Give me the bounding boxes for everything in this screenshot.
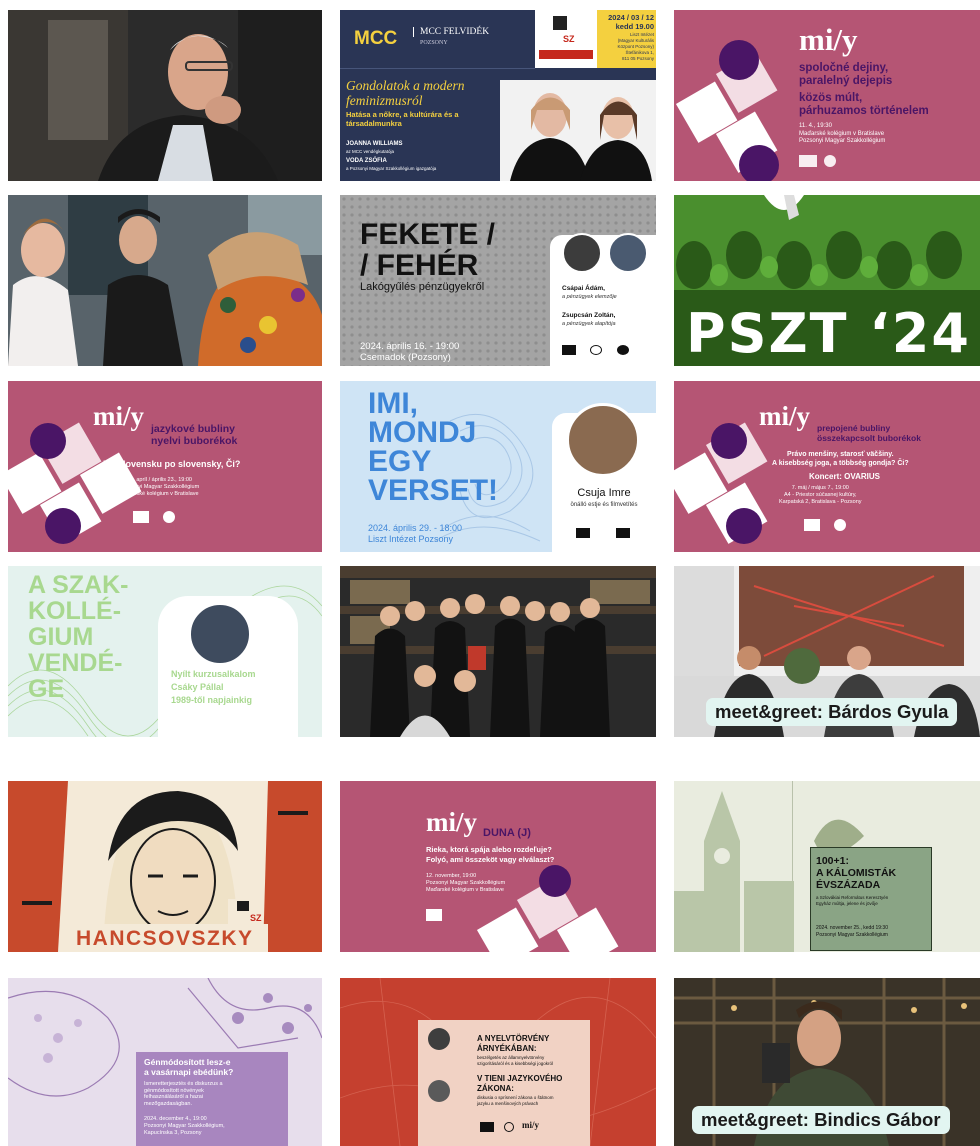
miy-logo: mi/y	[426, 807, 477, 837]
logo-sz	[480, 1122, 494, 1132]
mcc-logo: MCC	[354, 28, 398, 49]
guest-avatar	[188, 602, 252, 666]
post-tile-discussion[interactable]	[8, 195, 322, 366]
miy-blocks-graphic	[476, 865, 619, 952]
meet-greet-label: meet&greet: Bindics Gábor	[692, 1106, 950, 1134]
post-tile-genmodositott[interactable]: Génmódosított lesz-e a vasárnapi ebédünk…	[8, 978, 322, 1146]
question: Na Slovensku po slovensky, Či?	[103, 459, 241, 469]
guest-name: Csuja Imre	[577, 487, 631, 499]
event-date: 2024. december 4., 19:00 Pozsonyi Magyar…	[144, 1116, 225, 1136]
guest-1-role: a pénzügyek elemzője	[562, 294, 617, 300]
logo-sz	[133, 511, 149, 523]
event-details: 11. 4., 19:30 Maďarské kolégium v Bratis…	[799, 123, 886, 144]
post-tile-hancsovszky[interactable]: SZ HANCSOVSZKY	[8, 781, 322, 952]
question: Právo menšiny, starosť väčšiny. A kisebb…	[772, 451, 909, 467]
post-tile-imi-mondj[interactable]: IMI, MONDJ EGY VERSET! 2024. április 29.…	[340, 381, 656, 552]
title-hu: A NYELVTÖRVÉNY ÁRNYÉKÁBAN:	[477, 1034, 550, 1053]
guest-2-name: Zsupcsán Zoltán,	[562, 312, 616, 319]
logo-liszt	[616, 528, 630, 538]
guest-role: önálló estje és filmvetítés	[570, 502, 638, 508]
logo-text: SZ	[250, 913, 262, 923]
title-hu: közös múlt, párhuzamos történelem	[799, 92, 929, 117]
logo-sz	[804, 519, 820, 531]
speaker-2-role: a Pozsonyi Magyar Szakkollégium igazgató…	[346, 166, 437, 171]
event-title: Gondolatok a modern feminizmusról	[346, 78, 465, 108]
speaker-2-avatar	[428, 1080, 450, 1102]
meet-greet-label: meet&greet: Bárdos Gyula	[706, 698, 958, 726]
speakers-photo	[500, 80, 656, 181]
mcc-org-sub: POZSONY	[420, 40, 448, 46]
post-tile-meet-greet-bardos[interactable]: meet&greet: Bárdos Gyula	[674, 566, 980, 737]
miy-logo: mi/y	[522, 1120, 539, 1130]
miy-logo: mi/y	[759, 401, 810, 431]
mcc-org: MCC FELVIDÉK	[413, 27, 489, 37]
concert: Koncert: OVARIUS	[809, 472, 880, 481]
post-tile-meet-greet-bindics[interactable]: meet&greet: Bindics Gábor	[674, 978, 980, 1146]
event-subtitle: Hatása a nőkre, a kultúrára és a társada…	[346, 110, 459, 128]
miy-logo: mi/y	[799, 22, 858, 57]
event-date: 2024 / 03 / 12 kedd 19.00	[608, 13, 654, 31]
partner-logos: SZ	[535, 10, 597, 68]
speaker-1-role: az MCC vendégkutatója	[346, 149, 395, 154]
question: Rieka, ktorá spája alebo rozdeľuje? Foly…	[426, 845, 555, 864]
event-details: 12. november, 19:00 Pozsonyi Magyar Szak…	[426, 873, 506, 893]
event-title: IMI, MONDJ EGY VERSET!	[368, 387, 499, 507]
post-tile-nyelvtorveny[interactable]: A NYELVTÖRVÉNY ÁRNYÉKÁBAN: beszélgetés a…	[340, 978, 656, 1146]
post-tile-group-photo[interactable]	[340, 566, 656, 737]
logo-partner	[163, 511, 175, 523]
speaker-2: VODA ZSÓFIA	[346, 158, 387, 164]
title: jazykové bubliny nyelvi buborékok	[151, 423, 238, 447]
logo-partner	[834, 519, 846, 531]
post-tile-fekete-feher[interactable]: FEKETE / / FEHÉR Lakógyűlés pénzügyekről…	[340, 195, 656, 366]
event-subtitle: Ismeretterjesztés és diskurzus a génmódo…	[144, 1081, 223, 1107]
logo-sz	[576, 528, 590, 538]
guest-1-avatar	[562, 233, 602, 273]
post-tile-mcc-feminism[interactable]: MCC MCC FELVIDÉK POZSONY SZ 2024 / 03 / …	[340, 10, 656, 181]
event-title: 100+1: A KÁLOMISTÁK ÉVSZÁZADA	[816, 855, 897, 891]
miy-tag: DUNA (J)	[483, 827, 531, 839]
subtitle-sk: diskusia o sprísnení zákona o štátnom ja…	[477, 1095, 554, 1106]
post-tile-pszt24[interactable]: PSZT ‘24	[674, 195, 980, 366]
event-venue: Liszt Intézet (Magyar Kulturális Központ…	[617, 32, 654, 61]
discussion-photo-image	[8, 195, 322, 366]
post-tile-miy-connected[interactable]: mi/y prepojené bubliny összekapcsolt bub…	[674, 381, 980, 552]
logo-partner	[824, 155, 836, 167]
miy-logo: mi/y	[93, 401, 144, 431]
event-date: 2024. április 16. - 19:00 Csemadok (Pozs…	[360, 341, 460, 363]
post-tile-miy-history[interactable]: mi/y spoločné dejiny, paralelný dejepis …	[674, 10, 980, 181]
post-tile-portrait[interactable]	[8, 10, 322, 181]
event-info: Nyílt kurzusalkalom Csáky Pállal 1989-tő…	[171, 669, 256, 705]
event-title: FEKETE / / FEHÉR	[360, 218, 496, 282]
event-details: 23. apríl / április 23., 19:00 Pozsonyi …	[120, 477, 200, 497]
event-title: Génmódosított lesz-e a vasárnapi ebédünk…	[144, 1057, 234, 1077]
speaker-1-avatar	[428, 1028, 450, 1050]
event-date: 2024. április 29. - 18:00 Liszt Intézet …	[368, 523, 463, 544]
group-photo-image	[340, 566, 656, 737]
guest-2-avatar	[608, 233, 648, 273]
guest-2-role: a pénzügyek alapítója	[562, 321, 616, 327]
event-date: 2024. november 25., kedd 19:30 Pozsonyi …	[816, 925, 888, 938]
pszt-title: PSZT ‘24	[686, 302, 971, 365]
portrait-photo-image	[8, 10, 322, 181]
title-sk: spoločné dejiny, paralelný dejepis	[799, 62, 893, 87]
logo-sz	[426, 909, 442, 921]
post-tile-kalomistak[interactable]: 100+1: A KÁLOMISTÁK ÉVSZÁZADA a Szlováki…	[674, 781, 980, 952]
logo-sz	[799, 155, 817, 167]
event-details: 7. máj / május 7., 19:00 A4 - Priestor s…	[779, 485, 862, 505]
post-tile-miy-language[interactable]: mi/y jazykové bubliny nyelvi buborékok N…	[8, 381, 322, 552]
partner-logos	[562, 345, 632, 355]
post-tile-szakkollegium-guest[interactable]: A SZAK- KOLLÉ- GIUM VENDÉ- GE Nyílt kurz…	[8, 566, 322, 737]
event-title: HANCSOVSZKY	[76, 927, 254, 950]
event-subtitle: a Szlovákiai Református Keresztyén Egyhá…	[816, 895, 889, 906]
title-sk: V TIENI JAZYKOVÉHO ZÁKONA:	[477, 1074, 563, 1093]
speaker-1: JOANNA WILLIAMS	[346, 141, 403, 147]
event-subtitle: Lakógyűlés pénzügyekről	[360, 281, 485, 293]
title: prepojené bubliny összekapcsolt buboréko…	[817, 423, 921, 443]
guest-avatar	[566, 403, 640, 477]
event-title: A SZAK- KOLLÉ- GIUM VENDÉ- GE	[28, 571, 129, 703]
subtitle-hu: beszélgetés az államnyelvtörvény szigorí…	[477, 1055, 554, 1066]
post-tile-miy-duna[interactable]: mi/y DUNA (J) Rieka, ktorá spája alebo r…	[340, 781, 656, 952]
guest-1-name: Csápai Ádám,	[562, 285, 605, 292]
logo-partner	[504, 1122, 514, 1132]
